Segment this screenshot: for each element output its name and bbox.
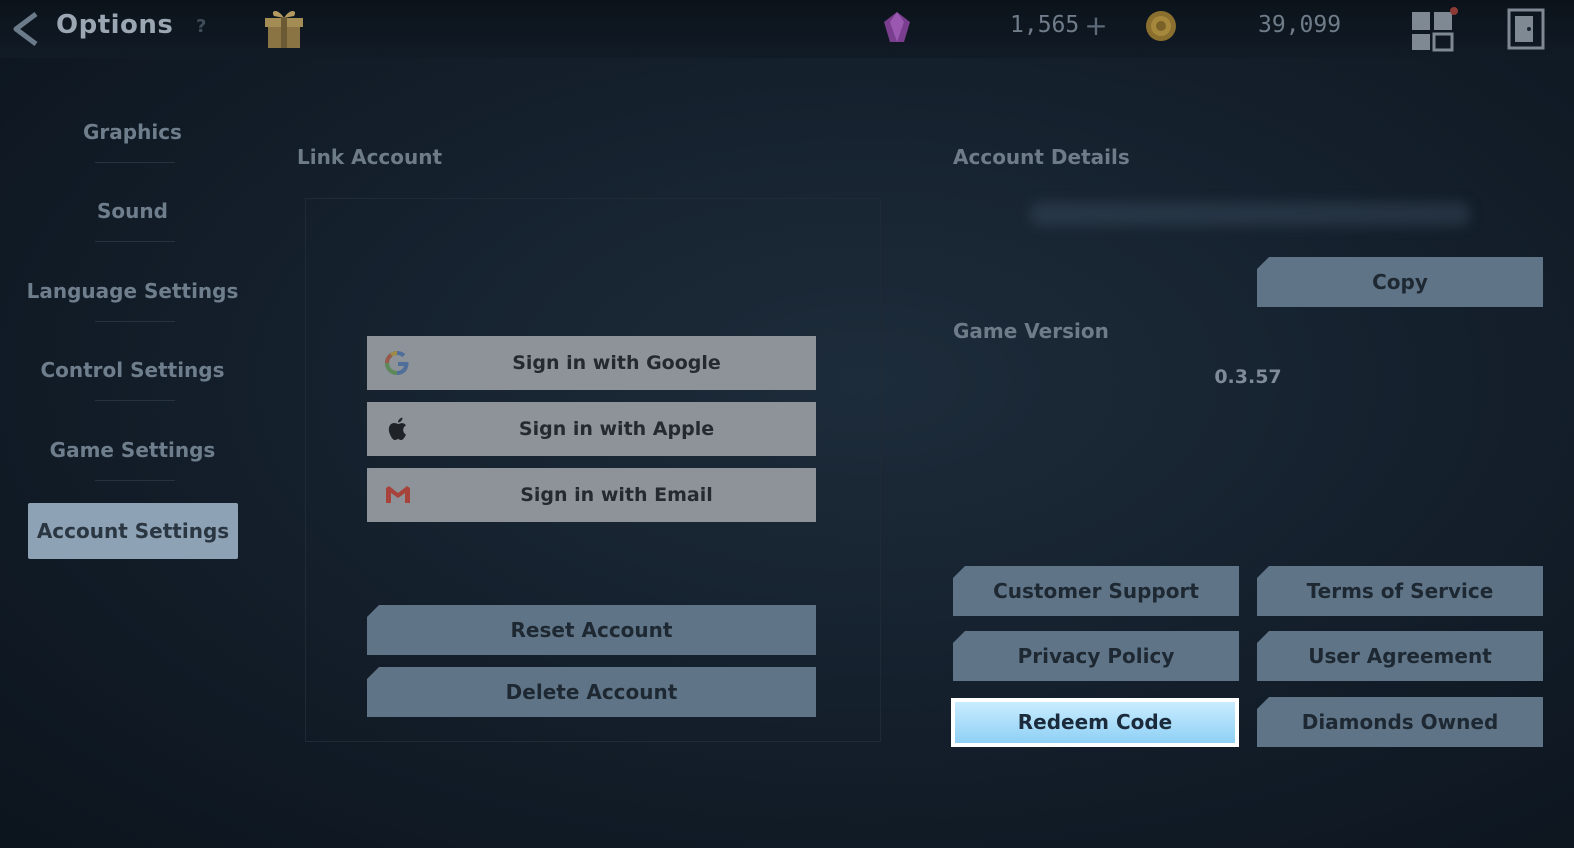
coin-icon [1143, 8, 1179, 44]
sidebar-item-control-settings[interactable]: Control Settings [20, 342, 245, 398]
gift-icon[interactable] [260, 6, 308, 50]
sign-in-apple-button[interactable]: Sign in with Apple [367, 402, 816, 456]
sign-in-apple-label: Sign in with Apple [518, 418, 715, 440]
sidebar-item-language-settings[interactable]: Language Settings [20, 263, 245, 319]
privacy-policy-button[interactable]: Privacy Policy [953, 631, 1239, 681]
account-details-title: Account Details [953, 145, 1130, 169]
coin-count: 39,099 [1258, 12, 1342, 38]
customer-support-button[interactable]: Customer Support [953, 566, 1239, 616]
diamonds-owned-button[interactable]: Diamonds Owned [1257, 697, 1543, 747]
add-gems-button[interactable]: + [1078, 8, 1114, 44]
redeem-code-button[interactable]: Redeem Code [955, 702, 1235, 743]
sign-in-google-label: Sign in with Google [512, 352, 721, 374]
terms-of-service-button[interactable]: Terms of Service [1257, 566, 1543, 616]
sidebar-divider [95, 321, 175, 322]
sign-in-email-button[interactable]: Sign in with Email [367, 468, 816, 522]
menu-grid-icon[interactable] [1410, 6, 1460, 52]
sign-in-email-label: Sign in with Email [520, 484, 713, 506]
account-id-blurred [1030, 202, 1470, 226]
sidebar-item-graphics[interactable]: Graphics [20, 104, 245, 160]
sidebar-divider [95, 400, 175, 401]
link-account-title: Link Account [297, 145, 443, 169]
sign-in-google-button[interactable]: Sign in with Google [367, 336, 816, 390]
game-version-value: 0.3.57 [1214, 366, 1282, 388]
game-version-title: Game Version [953, 319, 1109, 343]
exit-icon[interactable] [1505, 6, 1547, 52]
sidebar-item-sound[interactable]: Sound [20, 183, 245, 239]
sidebar-item-game-settings[interactable]: Game Settings [20, 422, 245, 478]
sidebar-divider [95, 241, 175, 242]
sidebar-divider [95, 480, 175, 481]
reset-account-button[interactable]: Reset Account [367, 605, 816, 655]
sidebar-item-account-settings[interactable]: Account Settings [28, 503, 238, 559]
help-icon[interactable]: ? [196, 16, 206, 37]
delete-account-button[interactable]: Delete Account [367, 667, 816, 717]
back-arrow-icon[interactable] [8, 10, 46, 48]
sidebar-divider [95, 162, 175, 163]
user-agreement-button[interactable]: User Agreement [1257, 631, 1543, 681]
page-title: Options [56, 10, 174, 40]
gem-icon[interactable] [878, 10, 916, 44]
gem-count: 1,565 [1010, 12, 1080, 38]
copy-button[interactable]: Copy [1257, 257, 1543, 307]
